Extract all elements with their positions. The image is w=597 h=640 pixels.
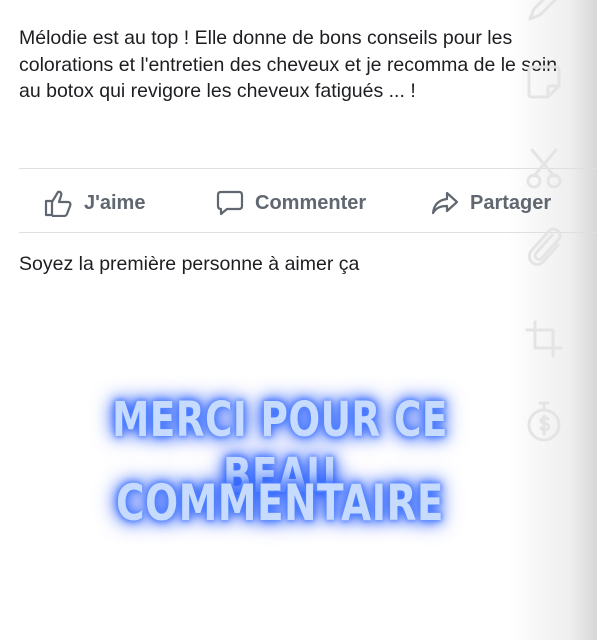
pencil-icon [528,0,558,21]
scissors-icon [526,148,562,189]
first-like-prompt: Soyez la première personne à aimer ça [19,253,360,275]
scissors-tool[interactable] [521,145,567,191]
thumbs-up-icon [44,190,72,217]
share-label: Partager [470,191,552,214]
post-text: Mélodie est au top ! Elle donne de bons … [19,27,558,102]
sticker-icon [527,65,561,99]
comment-button[interactable]: Commenter [215,186,366,220]
overlay-caption-line2: COMMENTAIRE [116,474,444,532]
sticker-tool[interactable] [521,58,567,104]
timer-icon [527,401,561,442]
comment-label: Commenter [255,191,367,214]
paperclip-icon [527,227,562,266]
like-label: J'aime [84,191,146,214]
crop-icon [525,320,563,358]
share-arrow-icon [431,191,459,215]
divider-top [19,168,597,169]
comment-bubble-icon [216,190,244,216]
timer-tool[interactable] [521,398,567,444]
paperclip-tool[interactable] [521,225,567,271]
crop-tool[interactable] [521,316,567,362]
like-button[interactable]: J'aime [44,186,145,220]
share-button[interactable]: Partager [430,186,551,220]
pencil-tool[interactable] [521,0,567,28]
divider-bottom [19,232,597,233]
